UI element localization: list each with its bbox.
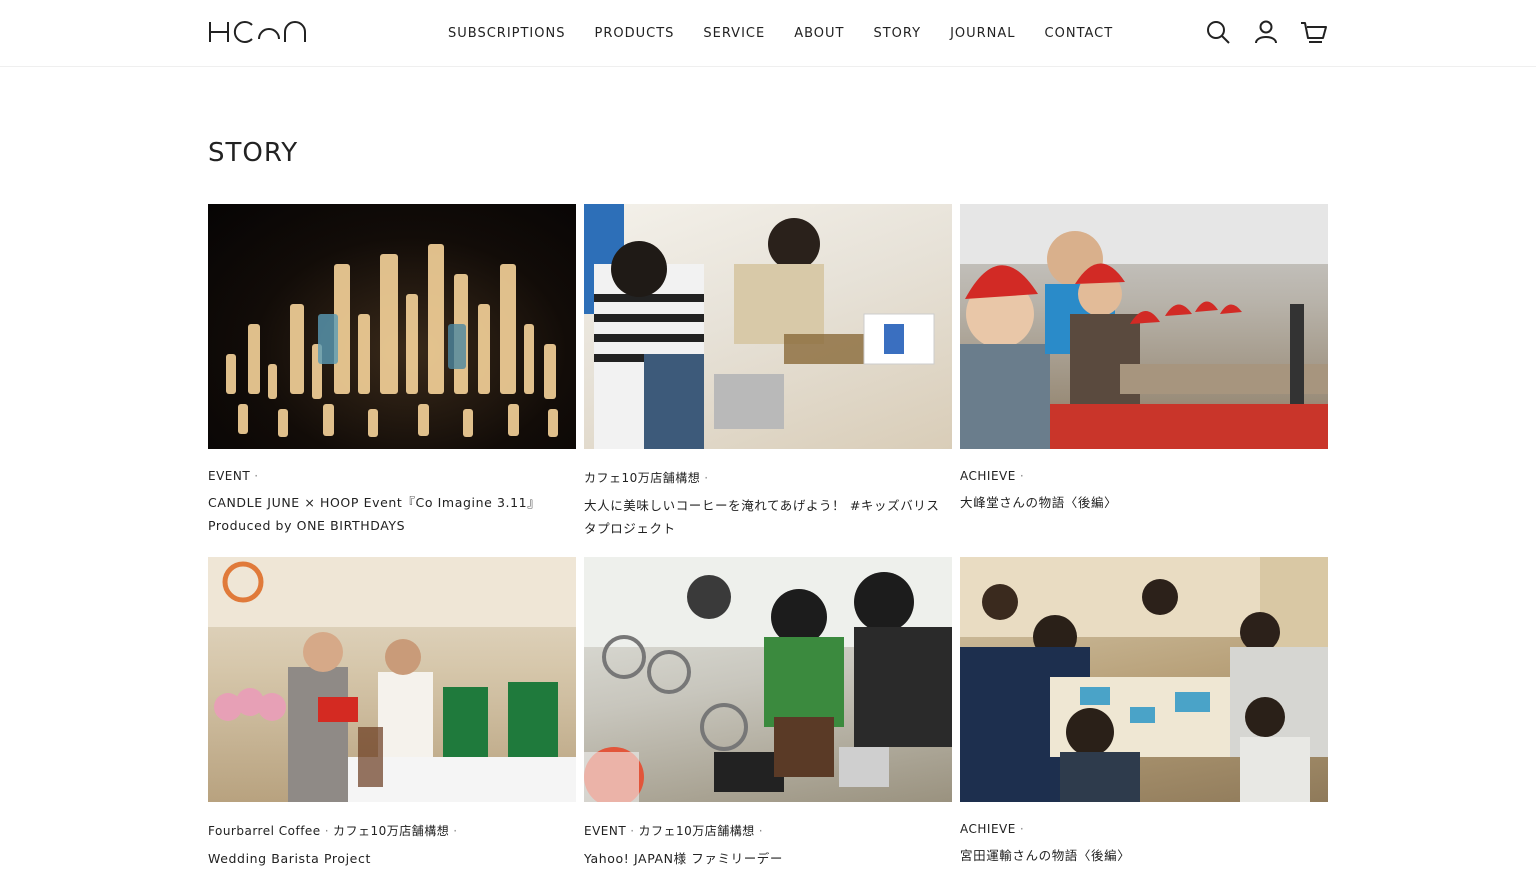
card-categories: ACHIEVE ·	[960, 469, 1328, 483]
page-title: STORY	[208, 138, 299, 168]
story-card[interactable]: EVENT · カフェ10万店舗構想 · Yahoo! JAPAN様 ファミリーデー	[584, 557, 952, 870]
nav-products[interactable]: PRODUCTS	[594, 26, 674, 41]
search-icon[interactable]	[1204, 18, 1232, 46]
category-separator: ·	[1019, 822, 1025, 836]
category-separator: ·	[630, 824, 635, 838]
category-separator: ·	[324, 824, 330, 838]
kids-barista-photo[interactable]	[584, 204, 952, 449]
santa-hats-illustration	[960, 204, 1328, 449]
category-separator: ·	[758, 824, 764, 838]
family-table-photo[interactable]	[960, 557, 1328, 802]
wedding-illustration	[208, 557, 576, 802]
site-header: SUBSCRIPTIONS PRODUCTS SERVICE ABOUT STO…	[0, 0, 1536, 67]
category-separator: ·	[1019, 469, 1025, 483]
card-title[interactable]: 大峰堂さんの物語〈後編〉	[960, 491, 1328, 514]
nav-journal[interactable]: JOURNAL	[950, 26, 1015, 41]
category-separator: ·	[453, 824, 458, 838]
santa-hats-photo[interactable]	[960, 204, 1328, 449]
nav-about[interactable]: ABOUT	[794, 26, 844, 41]
account-icon[interactable]	[1252, 18, 1280, 46]
category-label[interactable]: カフェ10万店舗構想	[639, 824, 755, 838]
card-title[interactable]: Wedding Barista Project	[208, 847, 576, 870]
candles-illustration	[226, 244, 558, 437]
category-label[interactable]: ACHIEVE	[960, 822, 1016, 836]
category-separator: ·	[704, 471, 709, 485]
category-label[interactable]: カフェ10万店舗構想	[584, 471, 700, 485]
category-label[interactable]: EVENT	[584, 824, 626, 838]
card-title[interactable]: CANDLE JUNE × HOOP Event『Co Imagine 3.11…	[208, 491, 576, 537]
story-card[interactable]: ACHIEVE · 宮田運輸さんの物語〈後編〉	[960, 557, 1328, 867]
main-nav: SUBSCRIPTIONS PRODUCTS SERVICE ABOUT STO…	[448, 0, 1142, 66]
hoop-logo-icon	[209, 21, 306, 43]
wedding-photo[interactable]	[208, 557, 576, 802]
category-label[interactable]: EVENT	[208, 469, 250, 483]
family-day-photo[interactable]	[584, 557, 952, 802]
category-label[interactable]: ACHIEVE	[960, 469, 1016, 483]
cart-icon[interactable]	[1300, 18, 1328, 46]
category-label[interactable]: カフェ10万店舗構想	[333, 824, 449, 838]
story-card[interactable]: ACHIEVE · 大峰堂さんの物語〈後編〉	[960, 204, 1328, 514]
nav-story[interactable]: STORY	[873, 26, 921, 41]
card-categories: Fourbarrel Coffee · カフェ10万店舗構想 ·	[208, 822, 576, 839]
category-separator: ·	[254, 469, 259, 483]
nav-service[interactable]: SERVICE	[703, 26, 765, 41]
family-day-illustration	[584, 557, 952, 802]
card-title[interactable]: Yahoo! JAPAN様 ファミリーデー	[584, 847, 952, 870]
category-label[interactable]: Fourbarrel Coffee	[208, 824, 321, 838]
nav-subscriptions[interactable]: SUBSCRIPTIONS	[448, 26, 565, 41]
nav-contact[interactable]: CONTACT	[1045, 26, 1114, 41]
card-categories: カフェ10万店舗構想 ·	[584, 469, 952, 486]
kids-barista-illustration	[584, 204, 935, 449]
card-title[interactable]: 大人に美味しいコーヒーを淹れてあげよう！ #キッズバリスタプロジェクト	[584, 494, 952, 540]
card-categories: EVENT · カフェ10万店舗構想 ·	[584, 822, 952, 839]
candles-photo[interactable]	[208, 204, 576, 449]
card-categories: ACHIEVE ·	[960, 822, 1328, 836]
story-card[interactable]: カフェ10万店舗構想 · 大人に美味しいコーヒーを淹れてあげよう！ #キッズバリス…	[584, 204, 952, 540]
card-categories: EVENT ·	[208, 469, 576, 483]
story-card[interactable]: Fourbarrel Coffee · カフェ10万店舗構想 · Wedding Ba…	[208, 557, 576, 870]
header-icons	[1204, 18, 1328, 46]
family-table-illustration	[960, 557, 1328, 802]
story-card[interactable]: EVENT · CANDLE JUNE × HOOP Event『Co Imagi…	[208, 204, 576, 537]
brand-logo[interactable]	[208, 19, 308, 45]
